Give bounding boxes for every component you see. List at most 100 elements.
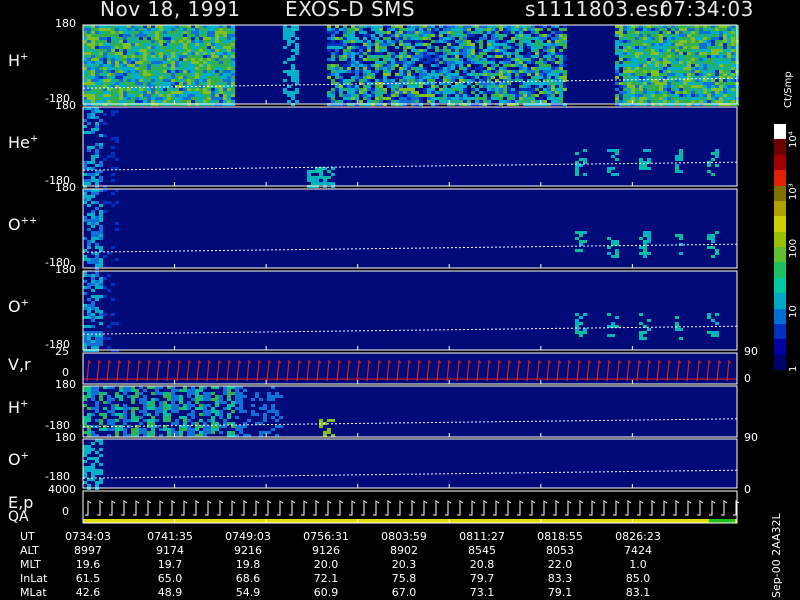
table-row: MLat 42.6 48.9 54.9 60.9 67.0 73.1 79.1 83.1 [0,586,760,600]
panel-label: V,r [8,354,31,374]
y-tick-right: 90 [744,431,758,444]
row-label: MLat [20,586,47,599]
table-cell: 60.9 [313,586,339,599]
panel-background [83,271,737,350]
y-tick-top: 180 [55,263,76,276]
table-cell: 19.6 [75,558,101,571]
table-cell: 79.1 [547,586,573,599]
colorbar-swatch [774,308,786,324]
table-cell: 22.0 [547,558,573,571]
table-cell: 48.9 [157,586,183,599]
table-row: ALT 8997 9174 9216 9126 8902 8545 8053 7424 [0,544,760,558]
table-cell: 0741:35 [147,530,193,543]
colorbar-tick-label: 10 [788,305,799,318]
colorbar-swatch [774,170,786,186]
table-cell: 20.0 [313,558,339,571]
colorbar-swatch [774,216,786,232]
colorbar-swatch [774,354,786,370]
y-tick-right: 0 [744,483,751,496]
panel-label: He+ [8,132,39,152]
table-cell: 9174 [156,544,184,557]
row-label: InLat [20,572,48,585]
colorbar-swatch [774,200,786,217]
table-cell: 7424 [624,544,652,557]
colorbar [774,124,786,370]
table-cell: 0818:55 [537,530,583,543]
table-cell: 85.0 [625,572,651,585]
table-cell: 19.7 [157,558,183,571]
table-cell: 79.7 [469,572,495,585]
table-cell: 68.6 [235,572,261,585]
table-row: MLT 19.6 19.7 19.8 20.0 20.3 20.8 22.0 1.0 [0,558,760,572]
y-tick-top: 4000 [48,483,76,496]
table-row: InLat 61.5 65.0 68.6 72.1 75.8 79.7 83.3 85.0 [0,572,760,586]
row-label: UT [20,530,35,543]
table-row: UT 0734:03 0741:35 0749:03 0756:31 0803:59 081… [0,530,760,544]
table-cell: 54.9 [235,586,261,599]
table-cell: 72.1 [313,572,339,585]
panel-label: H+ [8,50,29,70]
table-cell: 20.8 [469,558,495,571]
panel-label: O+ [8,449,29,469]
colorbar-swatch [774,185,786,201]
colorbar-swatch [774,247,786,263]
table-cell: 73.1 [469,586,495,599]
colorbar-tick-label: 10³ [788,183,799,200]
table-cell: 0734:03 [65,530,111,543]
table-cell: 8545 [468,544,496,557]
table-cell: 9216 [234,544,262,557]
panel-background [83,189,737,268]
table-cell: 9126 [312,544,340,557]
table-cell: 0756:31 [303,530,349,543]
panel-label-sup: + [20,398,29,410]
colorbar-tick-label: 10⁴ [788,131,799,148]
energy-panel [83,491,737,523]
panel-label: O+ [8,296,29,316]
spectrogram-panels [82,24,740,524]
table-cell: 0811:27 [459,530,505,543]
y-tick-top: 180 [55,181,76,194]
table-cell: 61.5 [75,572,101,585]
panel-label-sup: + [20,51,29,63]
panel-label-sup: + [29,133,39,145]
y-tick-bottom: -180 [45,470,70,483]
qa-bar [83,519,737,523]
panel-label-2: QA [8,509,29,525]
y-tick-top: 25 [55,345,69,358]
orbit-table: UT 0734:03 0741:35 0749:03 0756:31 0803:59 081… [0,530,760,600]
colorbar-tick-label: 100 [788,238,799,258]
colorbar-swatch [774,277,786,294]
table-cell: 0826:23 [615,530,661,543]
y-tick-right: 0 [744,372,751,385]
table-cell: 0749:03 [225,530,271,543]
panel-label: O++ [8,214,38,234]
y-tick-top: 180 [55,378,76,391]
panel-background [83,439,737,488]
table-cell: 19.8 [235,558,261,571]
table-cell: 8053 [546,544,574,557]
panel-label-sup: + [20,297,29,309]
panel-label-sup: + [20,450,29,462]
table-cell: 1.0 [629,558,647,571]
table-cell: 75.8 [391,572,417,585]
colorbar-swatch [774,293,786,309]
table-cell: 20.3 [391,558,417,571]
table-cell: 65.0 [157,572,183,585]
table-cell: 42.6 [75,586,101,599]
colorbar-swatch [774,231,786,247]
version-label: Sep-00 2AA32L [770,513,783,598]
table-cell: 83.1 [625,586,651,599]
y-tick-top: 180 [55,17,76,30]
row-label: ALT [20,544,39,557]
table-cell: 8997 [74,544,102,557]
y-tick-right: 90 [744,345,758,358]
colorbar-swatch [774,323,786,340]
table-cell: 67.0 [391,586,417,599]
colorbar-swatch [774,124,786,140]
y-tick-top: 180 [55,431,76,444]
colorbar-swatch [774,139,786,155]
colorbar-swatch [774,339,786,355]
colorbar-swatch [774,154,786,171]
y-tick-top: 180 [55,99,76,112]
row-label: MLT [20,558,41,571]
